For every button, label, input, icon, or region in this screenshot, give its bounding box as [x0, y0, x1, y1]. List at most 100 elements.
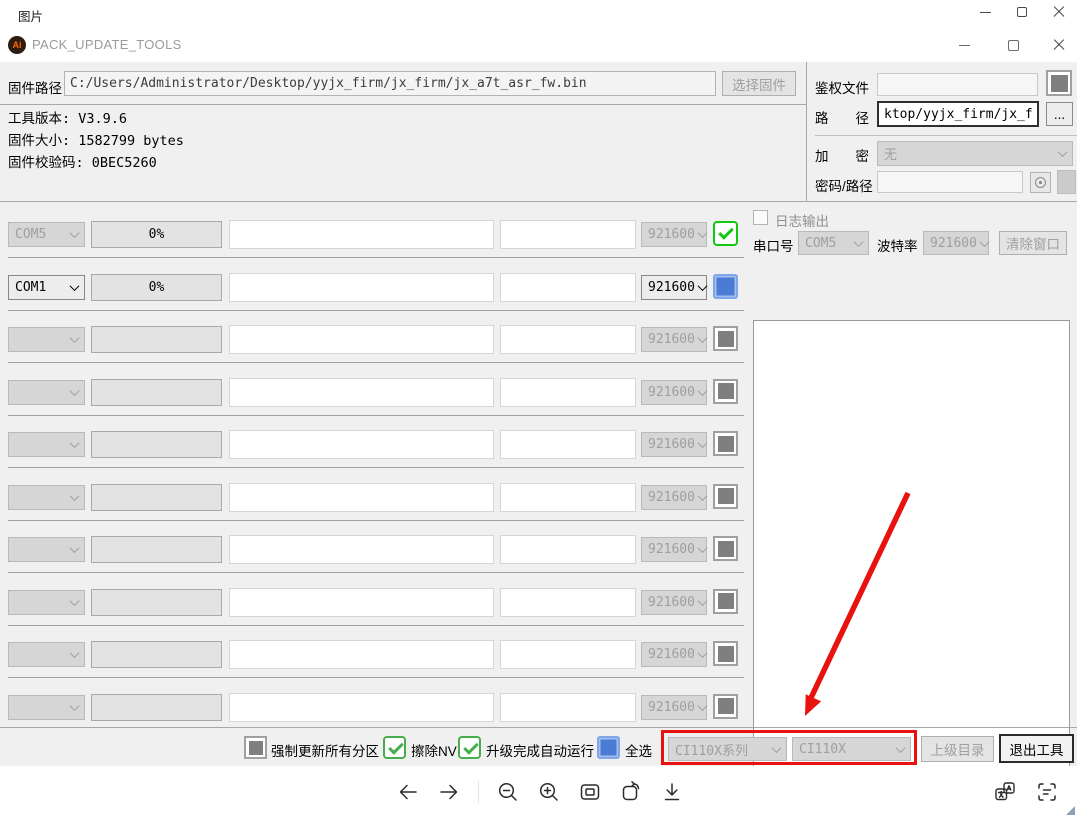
- password-path-input[interactable]: [877, 171, 1023, 193]
- com-row: 921600: [0, 430, 746, 483]
- com-port-select[interactable]: [8, 327, 85, 352]
- save-icon[interactable]: [660, 780, 684, 804]
- clear-window-button[interactable]: 清除窗口: [999, 231, 1067, 255]
- message-field: [500, 588, 636, 617]
- target-icon: [1035, 177, 1046, 188]
- port-enable-checkbox[interactable]: [713, 326, 738, 351]
- divider: [806, 62, 807, 202]
- com-row: 921600: [0, 378, 746, 431]
- com-port-select[interactable]: COM1: [8, 275, 85, 300]
- exit-tool-button[interactable]: 退出工具: [999, 734, 1074, 763]
- forward-icon[interactable]: [437, 780, 461, 804]
- photos-minimize-button[interactable]: [971, 2, 999, 22]
- row-divider: [8, 362, 744, 363]
- photos-toolbar: [0, 766, 1077, 817]
- minimize-icon: [959, 45, 970, 46]
- tool-minimize-button[interactable]: [950, 35, 978, 55]
- zoom-out-icon[interactable]: [496, 780, 520, 804]
- chevron-down-icon: [980, 237, 990, 247]
- com-port-select[interactable]: [8, 537, 85, 562]
- auth-file-checkbox[interactable]: [1046, 70, 1072, 96]
- com-rows: COM5 0% 921600 COM1 0% 921600: [0, 220, 746, 745]
- resize-grip[interactable]: [1066, 806, 1075, 815]
- translate-icon[interactable]: [993, 780, 1017, 804]
- baud-select[interactable]: 921600: [641, 485, 707, 510]
- port-enable-checkbox[interactable]: [713, 221, 738, 246]
- progress-bar: [91, 326, 222, 353]
- baud-select[interactable]: 921600: [641, 695, 707, 720]
- firmware-path-input[interactable]: [64, 71, 716, 96]
- log-output-checkbox[interactable]: [753, 210, 768, 225]
- port-enable-checkbox[interactable]: [713, 694, 738, 719]
- port-enable-checkbox[interactable]: [713, 274, 738, 299]
- port-enable-checkbox[interactable]: [713, 379, 738, 404]
- baud-select[interactable]: 921600: [641, 380, 707, 405]
- row-divider: [8, 257, 744, 258]
- photos-close-button[interactable]: [1045, 2, 1073, 22]
- log-output-area: [753, 320, 1070, 780]
- encrypt-label: 加 密: [815, 145, 869, 165]
- port-enable-checkbox[interactable]: [713, 484, 738, 509]
- baud-select[interactable]: 921600: [641, 537, 707, 562]
- baud-select[interactable]: 921600: [641, 432, 707, 457]
- baud-select[interactable]: 921600: [641, 275, 707, 300]
- tool-window-title: PACK_UPDATE_TOOLS: [32, 37, 182, 52]
- status-field: [229, 325, 494, 354]
- back-icon[interactable]: [396, 780, 420, 804]
- status-field: [229, 378, 494, 407]
- baud-select[interactable]: 921600: [641, 327, 707, 352]
- photos-maximize-button[interactable]: [1008, 2, 1036, 22]
- parent-dir-button[interactable]: 上级目录: [921, 736, 994, 762]
- auth-path-input[interactable]: [877, 101, 1039, 127]
- serial-port-select[interactable]: COM5: [798, 231, 869, 255]
- encrypt-select[interactable]: 无: [877, 141, 1073, 166]
- select-firmware-button[interactable]: 选择固件: [722, 71, 796, 96]
- chevron-down-icon: [698, 648, 708, 658]
- tool-close-button[interactable]: [1045, 35, 1073, 55]
- divider: [0, 104, 806, 105]
- port-enable-checkbox[interactable]: [713, 431, 738, 456]
- port-enable-checkbox[interactable]: [713, 641, 738, 666]
- baud-select[interactable]: 921600: [641, 590, 707, 615]
- password-toggle-button[interactable]: [1030, 172, 1051, 193]
- chevron-down-icon: [698, 491, 708, 501]
- row-divider: [8, 467, 744, 468]
- password-extra-button[interactable]: [1057, 170, 1076, 194]
- baud-select[interactable]: 921600: [641, 222, 707, 247]
- baud-select[interactable]: 921600: [641, 642, 707, 667]
- com-port-select[interactable]: [8, 485, 85, 510]
- com-port-select[interactable]: [8, 695, 85, 720]
- browse-button[interactable]: ...: [1046, 102, 1073, 126]
- chevron-down-icon: [70, 596, 80, 606]
- com-row: 921600: [0, 325, 746, 378]
- row-divider: [8, 310, 744, 311]
- tool-maximize-button[interactable]: [999, 35, 1027, 55]
- port-enable-checkbox[interactable]: [713, 589, 738, 614]
- baud-rate-select[interactable]: 921600: [923, 231, 989, 255]
- com-port-select[interactable]: [8, 432, 85, 457]
- text-extract-icon[interactable]: [1035, 780, 1059, 804]
- com-port-select[interactable]: [8, 590, 85, 615]
- message-field: [500, 273, 636, 302]
- chevron-down-icon: [698, 543, 708, 553]
- rotate-icon[interactable]: [619, 780, 643, 804]
- photos-app-title: 图片: [18, 6, 43, 25]
- auth-file-input[interactable]: [877, 73, 1038, 96]
- app-logo-icon: Ai: [8, 36, 26, 54]
- photos-titlebar: 图片: [0, 0, 1077, 28]
- chevron-down-icon: [70, 543, 80, 553]
- fit-to-window-icon[interactable]: [578, 780, 602, 804]
- auth-path-label: 路 径: [815, 107, 869, 127]
- port-enable-checkbox[interactable]: [713, 536, 738, 561]
- status-field: [229, 535, 494, 564]
- divider: [815, 135, 1077, 136]
- baud-rate-label: 波特率: [877, 235, 918, 255]
- chevron-down-icon: [70, 386, 80, 396]
- chevron-down-icon: [698, 701, 708, 711]
- row-divider: [8, 520, 744, 521]
- com-port-select[interactable]: [8, 380, 85, 405]
- message-field: [500, 378, 636, 407]
- com-port-select[interactable]: COM5: [8, 222, 85, 247]
- zoom-in-icon[interactable]: [537, 780, 561, 804]
- com-port-select[interactable]: [8, 642, 85, 667]
